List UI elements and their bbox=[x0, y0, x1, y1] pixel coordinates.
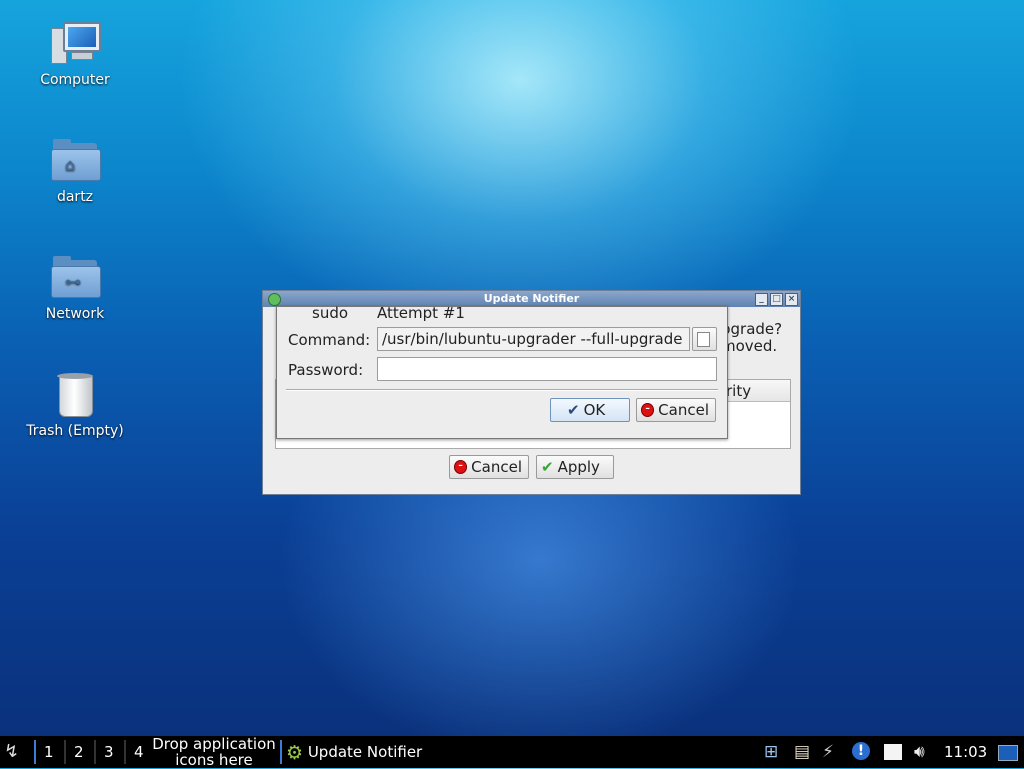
plug-icon[interactable]: ⚡ bbox=[822, 742, 842, 762]
gear-icon: ⚙ bbox=[286, 742, 304, 764]
taskbar: ↯ 1 2 3 4 Drop application icons here ⚙ … bbox=[0, 736, 1024, 768]
separator bbox=[34, 740, 36, 764]
cancel-button[interactable]: – Cancel bbox=[636, 398, 716, 422]
question-line: moved. bbox=[721, 337, 778, 355]
desktop-icon-home[interactable]: ⌂ dartz bbox=[22, 137, 128, 205]
command-field[interactable]: /usr/bin/lubuntu-upgrader --full-upgrade bbox=[377, 327, 690, 351]
cancel-label: Cancel bbox=[658, 400, 709, 419]
launch-bar[interactable]: Drop application icons here bbox=[150, 736, 278, 768]
desktop-icon-label: Trash (Empty) bbox=[26, 423, 124, 439]
ok-button[interactable]: ✔ OK bbox=[550, 398, 630, 422]
separator bbox=[124, 740, 126, 764]
home-folder-icon: ⌂ bbox=[49, 137, 101, 185]
desktop-icon-label: Computer bbox=[40, 72, 110, 88]
minimize-button[interactable]: _ bbox=[755, 293, 768, 306]
window-title: Update Notifier bbox=[483, 292, 580, 305]
cancel-icon: – bbox=[454, 460, 468, 474]
task-update-notifier[interactable]: ⚙ Update Notifier bbox=[286, 736, 446, 768]
maximize-button[interactable]: □ bbox=[770, 293, 783, 306]
column-header[interactable]: rity bbox=[726, 382, 751, 400]
separator bbox=[94, 740, 96, 764]
network-folder-icon: ⊶ bbox=[49, 254, 101, 302]
launcher-hint: Drop application bbox=[152, 735, 276, 753]
check-icon: ✔ bbox=[567, 400, 580, 419]
notes-icon[interactable] bbox=[884, 744, 902, 760]
copy-icon bbox=[697, 331, 710, 347]
separator bbox=[64, 740, 66, 764]
network-icon[interactable]: ⊞ bbox=[764, 742, 784, 762]
lubuntu-menu-icon: ↯ bbox=[4, 741, 20, 762]
cancel-label: Cancel bbox=[471, 457, 522, 476]
sudo-dialog: sudo Attempt #1 Command: /usr/bin/lubunt… bbox=[276, 304, 728, 439]
clock[interactable]: 11:03 bbox=[944, 736, 987, 768]
attempt-label: Attempt #1 bbox=[377, 304, 465, 322]
trash-icon bbox=[49, 371, 101, 419]
check-icon: ✔ bbox=[541, 457, 554, 476]
workspace-3[interactable]: 3 bbox=[104, 736, 114, 768]
workspace-2[interactable]: 2 bbox=[74, 736, 84, 768]
volume-icon[interactable]: 🔊︎ bbox=[914, 742, 934, 762]
clipboard-icon[interactable]: ▤ bbox=[794, 742, 814, 762]
question-line: pgrade? bbox=[721, 320, 783, 338]
apply-button[interactable]: ✔ Apply bbox=[536, 455, 614, 479]
update-notifier-icon bbox=[268, 293, 281, 306]
cancel-button[interactable]: – Cancel bbox=[449, 455, 529, 479]
apply-label: Apply bbox=[557, 457, 600, 476]
desktop-icon-label: dartz bbox=[56, 189, 94, 205]
cancel-icon: – bbox=[641, 403, 655, 417]
computer-icon bbox=[49, 20, 101, 68]
password-field[interactable] bbox=[377, 357, 717, 381]
desktop-icon-computer[interactable]: Computer bbox=[22, 20, 128, 88]
sudo-label: sudo bbox=[312, 304, 349, 322]
menu-button[interactable]: ↯ bbox=[4, 736, 26, 768]
workspace-1[interactable]: 1 bbox=[44, 736, 54, 768]
copy-command-button[interactable] bbox=[692, 327, 717, 351]
question-text: pgrade? moved. bbox=[721, 321, 782, 355]
launcher-hint: icons here bbox=[175, 751, 253, 769]
ok-label: OK bbox=[583, 400, 606, 419]
update-alert-icon[interactable]: ! bbox=[852, 742, 870, 760]
separator bbox=[286, 389, 718, 391]
desktop-icon-label: Network bbox=[45, 306, 105, 322]
close-button[interactable]: × bbox=[785, 293, 798, 306]
separator bbox=[280, 740, 282, 764]
show-desktop-icon[interactable] bbox=[998, 745, 1018, 761]
password-label: Password: bbox=[288, 361, 364, 379]
task-label: Update Notifier bbox=[307, 743, 423, 761]
workspace-4[interactable]: 4 bbox=[134, 736, 144, 768]
command-label: Command: bbox=[288, 331, 371, 349]
desktop-icon-network[interactable]: ⊶ Network bbox=[22, 254, 128, 322]
desktop-icon-trash[interactable]: Trash (Empty) bbox=[22, 371, 128, 439]
